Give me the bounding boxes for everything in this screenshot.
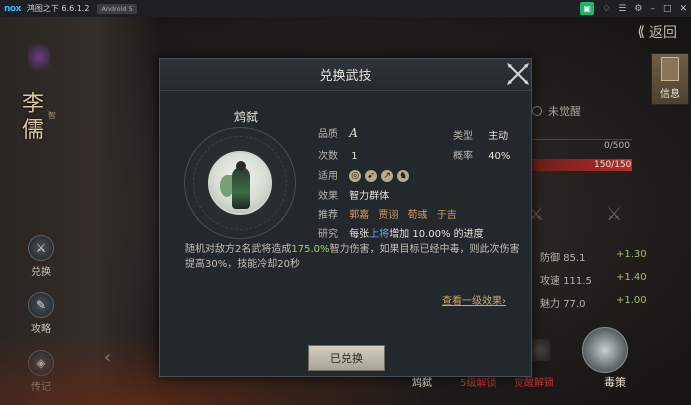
shield-icon: ◎ bbox=[349, 170, 362, 182]
stat-plus: +1.40 bbox=[616, 272, 647, 283]
emulator-titlebar: nox 鸿图之下 6.6.1.2 Android 5 ▣ ♢ ☰ ⚙ – □ ✕ bbox=[0, 0, 691, 17]
general-tag: 智 bbox=[48, 111, 56, 120]
sword-icon: ⚔ bbox=[606, 204, 623, 225]
stat-plus: +1.00 bbox=[616, 295, 647, 306]
maximize-icon[interactable]: □ bbox=[663, 4, 672, 14]
recommend-label: 推荐 bbox=[318, 210, 338, 221]
effect-label: 效果 bbox=[318, 191, 338, 202]
quality-label: 品质 bbox=[318, 129, 338, 140]
faction-mark bbox=[28, 39, 50, 75]
back-label: 返回 bbox=[649, 25, 677, 41]
portrait-figure bbox=[232, 167, 250, 209]
stat-label: 攻速 bbox=[540, 276, 560, 287]
skill-description: 随机对敌方2名武将造成175.0%智力伤害，如果目标已经中毒，则此次伤害提高30… bbox=[185, 242, 521, 272]
stat-charm: 魅力 77.0 +1.00 bbox=[540, 295, 647, 310]
recommend-general: 荀彧 bbox=[407, 210, 428, 221]
redeemed-button[interactable]: 已兑换 bbox=[308, 345, 385, 371]
skill-name: 鸩弑 bbox=[233, 110, 258, 124]
usable-weapons: ◎ ➹ ↗ ♞ bbox=[349, 170, 410, 182]
count-row: 次数 1 bbox=[318, 147, 358, 162]
stat-plus: +1.30 bbox=[616, 249, 647, 260]
notification-icon[interactable]: ♢ bbox=[602, 4, 610, 14]
multi-instance-icon[interactable]: ▣ bbox=[580, 2, 595, 15]
scroll-icon bbox=[661, 57, 679, 81]
info-label: 信息 bbox=[660, 89, 680, 100]
guide-icon: ✎ bbox=[28, 292, 54, 318]
close-icon[interactable]: ✕ bbox=[679, 4, 687, 14]
usable-label: 适用 bbox=[318, 171, 338, 182]
exchange-icon: ⚔ bbox=[28, 235, 54, 261]
spear-icon: ↗ bbox=[381, 170, 394, 182]
effect-row: 效果 智力群体 bbox=[318, 187, 389, 202]
effect-value: 智力群体 bbox=[349, 191, 390, 202]
stat-value: 77.0 bbox=[563, 299, 586, 310]
recommend-general: 贾诩 bbox=[378, 210, 399, 221]
crossed-swords-close-icon bbox=[507, 63, 529, 85]
minimize-icon[interactable]: – bbox=[650, 4, 655, 14]
android-version-badge: Android 5 bbox=[97, 3, 137, 14]
horse-icon: ♞ bbox=[397, 170, 410, 182]
type-label: 类型 bbox=[453, 131, 473, 142]
guide-button[interactable]: ✎ 攻略 bbox=[26, 292, 56, 335]
type-row: 类型 主动 bbox=[453, 127, 508, 142]
rate-value: 40% bbox=[488, 151, 511, 162]
modal-header: 兑换武技 bbox=[160, 59, 531, 91]
exchange-label: 兑换 bbox=[31, 267, 51, 278]
research-prefix: 每张 bbox=[349, 229, 370, 240]
stat-speed: 攻速 111.5 +1.40 bbox=[540, 272, 647, 287]
research-suffix: 增加 10.00% 的进度 bbox=[389, 229, 484, 240]
nox-logo: nox bbox=[4, 3, 21, 14]
research-highlight: 上将 bbox=[369, 229, 390, 240]
detail-link-label: 查看一级效果 bbox=[442, 296, 502, 307]
recommend-general: 于吉 bbox=[436, 210, 457, 221]
quality-row: 品质 A bbox=[318, 125, 358, 140]
skill-portrait bbox=[208, 151, 272, 215]
dulce-skill-icon[interactable] bbox=[582, 327, 628, 373]
count-value: 1 bbox=[351, 151, 358, 162]
back-button[interactable]: ⟪ 返回 bbox=[637, 22, 677, 42]
stat-label: 魅力 bbox=[540, 299, 560, 310]
settings-icon[interactable]: ⚙ bbox=[634, 4, 642, 14]
rate-row: 概率 40% bbox=[453, 147, 510, 162]
close-modal-button[interactable] bbox=[503, 59, 533, 89]
view-level1-effect-link[interactable]: 查看一级效果› bbox=[442, 292, 506, 307]
usable-row: 适用 ◎ ➹ ↗ ♞ bbox=[318, 167, 410, 182]
chevron-right-icon: › bbox=[502, 296, 506, 307]
research-label: 研究 bbox=[318, 229, 338, 240]
recommend-row: 推荐 郭嘉 贾诩 荀彧 于吉 bbox=[318, 206, 457, 221]
stat-value: 85.1 bbox=[563, 253, 586, 264]
modal-title: 兑换武技 bbox=[319, 69, 372, 84]
skill-tag-dulce: 毒策 bbox=[604, 376, 626, 389]
quality-value: A bbox=[349, 126, 358, 140]
count-label: 次数 bbox=[318, 151, 338, 162]
general-name: 李儒 bbox=[21, 92, 44, 143]
exp-text: 0/500 bbox=[604, 141, 630, 151]
desc-part1: 随机对敌方2名武将造成 bbox=[185, 244, 292, 255]
stat-value: 111.5 bbox=[563, 276, 592, 287]
portrait-head bbox=[236, 161, 246, 171]
window-controls: ▣ ♢ ☰ ⚙ – □ ✕ bbox=[580, 0, 687, 17]
stamina-text: 150/150 bbox=[594, 160, 632, 170]
info-button[interactable]: 信息 bbox=[651, 53, 689, 105]
menu-icon[interactable]: ☰ bbox=[618, 4, 626, 14]
bow-icon: ➹ bbox=[365, 170, 378, 182]
unawakened-label: 未觉醒 bbox=[548, 105, 581, 118]
awaken-icon bbox=[532, 106, 542, 116]
back-chevron-icon: ⟪ bbox=[637, 24, 645, 40]
stat-defense: 防御 85.1 +1.30 bbox=[540, 249, 647, 264]
exchange-button[interactable]: ⚔ 兑换 bbox=[26, 235, 56, 278]
game-viewport: 李儒 智 ⚔ 兑换 ✎ 攻略 ◈ 传记 ‹ ⟪ 返回 信息 未觉醒 0/500 … bbox=[0, 17, 691, 405]
research-row: 研究 每张上将增加 10.00% 的进度 bbox=[318, 225, 484, 240]
rate-label: 概率 bbox=[453, 151, 473, 162]
stat-label: 防御 bbox=[540, 253, 560, 264]
guide-label: 攻略 bbox=[31, 324, 51, 335]
skill-exchange-modal: 兑换武技 鸩弑 品质 A 类型 主动 次数 1 概率 40% 适用 ◎ ➹ ↗ … bbox=[159, 58, 532, 377]
desc-highlight: 175.0% bbox=[291, 244, 330, 255]
recommend-general: 郭嘉 bbox=[349, 210, 370, 221]
window-title: 鸿图之下 6.6.1.2 bbox=[26, 4, 90, 13]
type-value: 主动 bbox=[488, 131, 509, 142]
